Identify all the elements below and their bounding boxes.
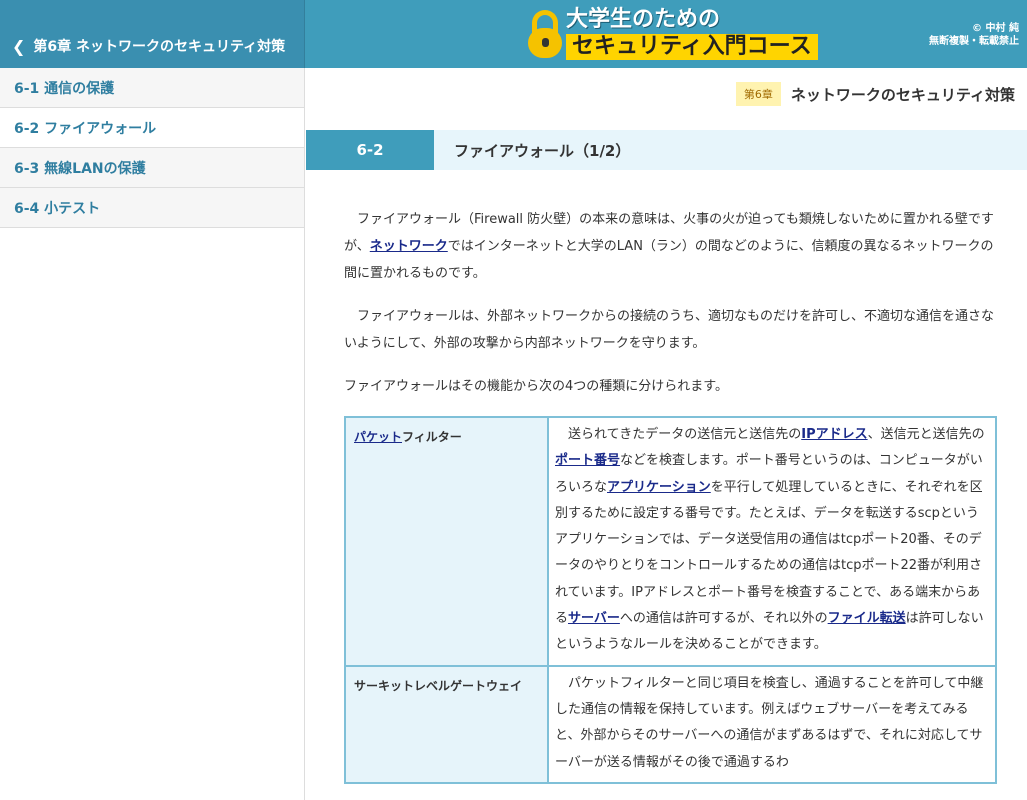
article-body: ファイアウォール（Firewall 防火壁）の本来の意味は、火事の火が迫っても類… <box>344 206 998 784</box>
sidebar: 6-1 通信の保護 6-2 ファイアウォール 6-3 無線LANの保護 6-4 … <box>0 68 305 800</box>
firewall-types-table: パケットフィルター 送られてきたデータの送信元と送信先のIPアドレス、送信元と送… <box>344 416 997 784</box>
sidebar-item-label: 6-2 ファイアウォール <box>14 120 157 137</box>
copyright-notice: © 中村 純 無断複製・転載禁止 <box>929 22 1019 48</box>
section-number: 6-2 <box>306 130 434 170</box>
course-logo[interactable]: 大学生のための セキュリティ入門コース <box>528 4 818 64</box>
padlock-icon <box>528 8 562 60</box>
chapter-heading: 第6章 ネットワークのセキュリティ対策 <box>735 82 1015 106</box>
glossary-link-server[interactable]: サーバー <box>568 611 620 626</box>
logo-title-line1: 大学生のための <box>566 6 721 32</box>
glossary-link-port-number[interactable]: ポート番号 <box>555 453 620 468</box>
chapter-badge: 第6章 <box>735 82 781 106</box>
top-bar: ❮ 第6章 ネットワークのセキュリティ対策 大学生のための セキュリティ入門コー… <box>0 0 1027 68</box>
sidebar-item-label: 6-3 無線LANの保護 <box>14 160 146 177</box>
sidebar-item-6-3[interactable]: 6-3 無線LANの保護 <box>0 148 304 188</box>
logo-title-line2: セキュリティ入門コース <box>566 33 818 60</box>
chapter-name: ネットワークのセキュリティ対策 <box>790 85 1015 104</box>
sidebar-item-6-1[interactable]: 6-1 通信の保護 <box>0 68 304 108</box>
glossary-link-packet[interactable]: パケット <box>354 430 402 444</box>
table-row: サーキットレベルゲートウェイ パケットフィルターと同じ項目を検査し、通過すること… <box>344 664 997 784</box>
copyright-warning: 無断複製・転載禁止 <box>929 36 1019 47</box>
main-content: 第6章 ネットワークのセキュリティ対策 6-2 ファイアウォール（1/2） ファ… <box>306 68 1027 800</box>
type-desc-packet-filter: 送られてきたデータの送信元と送信先のIPアドレス、送信元と送信先のポート番号など… <box>547 416 997 667</box>
glossary-link-ip-address[interactable]: IPアドレス <box>801 427 867 442</box>
type-name-circuit-gateway: サーキットレベルゲートウェイ <box>344 664 549 784</box>
glossary-link-network[interactable]: ネットワーク <box>370 239 448 254</box>
chevron-left-icon: ❮ <box>12 37 26 56</box>
sidebar-item-6-2[interactable]: 6-2 ファイアウォール <box>0 108 304 148</box>
paragraph-types: ファイアウォールはその機能から次の4つの種類に分けられます。 <box>344 379 728 394</box>
section-title: ファイアウォール（1/2） <box>454 141 631 160</box>
glossary-link-file-transfer[interactable]: ファイル転送 <box>828 611 906 626</box>
type-name-packet-filter: パケットフィルター <box>344 416 549 667</box>
back-button-label: 第6章 ネットワークのセキュリティ対策 <box>33 39 286 55</box>
type-desc-circuit-gateway: パケットフィルターと同じ項目を検査し、通過することを許可して中継した通信の情報を… <box>547 664 997 784</box>
copyright-author: © 中村 純 <box>972 23 1019 34</box>
glossary-link-application[interactable]: アプリケーション <box>607 480 711 495</box>
sidebar-item-6-4[interactable]: 6-4 小テスト <box>0 188 304 228</box>
sidebar-item-label: 6-1 通信の保護 <box>14 80 115 97</box>
paragraph-intro: ファイアウォール（Firewall 防火壁）の本来の意味は、火事の火が迫っても類… <box>344 212 994 281</box>
back-to-chapter-button[interactable]: ❮ 第6章 ネットワークのセキュリティ対策 <box>0 0 305 68</box>
paragraph-purpose: ファイアウォールは、外部ネットワークからの接続のうち、適切なものだけを許可し、不… <box>344 309 995 351</box>
sidebar-item-label: 6-4 小テスト <box>14 200 101 217</box>
table-row: パケットフィルター 送られてきたデータの送信元と送信先のIPアドレス、送信元と送… <box>344 416 997 667</box>
section-header: 6-2 ファイアウォール（1/2） <box>306 130 1027 170</box>
